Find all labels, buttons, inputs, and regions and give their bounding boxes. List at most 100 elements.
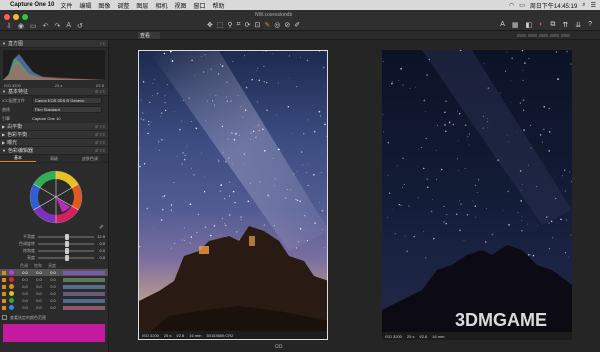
menu-camera[interactable]: 相机 [155, 1, 167, 10]
slider-track[interactable] [38, 254, 94, 261]
color-editor-header[interactable]: ▼ 色彩编辑器 ↺ ? ≡ [0, 147, 108, 155]
hue-rotation-slider[interactable]: 色调旋转 0.0 [0, 240, 108, 247]
histogram-header[interactable]: ▼ 直方图 ? ≡ [0, 40, 108, 48]
color-balance-header[interactable]: ▶ 色彩平衡 ↺ ? ≡ [0, 131, 108, 139]
text-icon[interactable]: A [500, 21, 505, 29]
folder-icon[interactable]: ▭ [30, 22, 37, 30]
wifi-icon[interactable]: ◠ [509, 2, 514, 9]
slider-knob[interactable] [64, 254, 69, 261]
checkbox[interactable] [2, 315, 7, 320]
slider-value[interactable]: 0.0 [94, 241, 108, 246]
slider-track[interactable] [38, 247, 94, 254]
view-mode-1[interactable] [517, 34, 526, 37]
view-selected-range-row[interactable]: 查看选定的颜色范围 [0, 313, 108, 322]
picker-tool-icon[interactable]: ⊘ [284, 21, 290, 29]
checkbox[interactable] [2, 305, 6, 310]
tab-basic[interactable]: 基本 [0, 155, 36, 162]
import-icon[interactable]: ⇩ [6, 22, 12, 30]
tab-viewer[interactable]: 查看 [138, 32, 160, 39]
app-menu[interactable]: Capture One 10 [10, 2, 54, 8]
menu-image[interactable]: 图像 [98, 1, 110, 10]
curve-select[interactable]: Film Standard [32, 106, 102, 113]
copy-icon[interactable]: ⇈ [562, 21, 568, 29]
proof-icon[interactable]: ◧ [525, 21, 532, 29]
section-controls-icon[interactable]: ↺ ? ≡ [95, 148, 105, 153]
crop-tool-icon[interactable]: ⌗ [237, 21, 241, 29]
undo-icon[interactable]: ↶ [43, 22, 49, 30]
color-range-row[interactable]: 0.0 0.0 0.0 [0, 283, 108, 290]
menu-help[interactable]: 帮助 [212, 1, 224, 10]
slider-knob[interactable] [64, 240, 69, 247]
lightness-slider[interactable]: 亮度 0.0 [0, 254, 108, 261]
checkbox[interactable] [2, 298, 6, 303]
basic-header[interactable]: ▼ 基本特征 ↺ ? ≡ [0, 88, 108, 96]
search-icon[interactable]: ⌕ [582, 2, 585, 9]
exposure-warning-icon[interactable]: ◐ [539, 21, 543, 29]
view-mode-3[interactable] [539, 34, 548, 37]
tab-skin-tone[interactable]: 皮肤色调 [72, 156, 108, 162]
color-range-row[interactable]: 0.0 0.0 0.0 [0, 304, 108, 311]
keystone-tool-icon[interactable]: ⊡ [254, 21, 260, 29]
brush-tool-icon[interactable]: ✎ [264, 21, 270, 29]
menu-window[interactable]: 窗口 [193, 1, 205, 10]
section-controls-icon[interactable]: ↺ ? ≡ [95, 124, 105, 129]
color-range-row[interactable]: 0.0 0.0 0.0 [0, 276, 108, 283]
camera-icon[interactable]: ◉ [18, 22, 24, 30]
compare-icon[interactable]: ⧉ [550, 21, 555, 29]
apply-icon[interactable]: ⇊ [575, 21, 581, 29]
smoothness-slider[interactable]: 平滑度 12.9 [0, 233, 108, 240]
slider-value[interactable]: 12.9 [94, 234, 108, 239]
annotation-tool-icon[interactable]: ✐ [294, 21, 300, 29]
menu-adjust[interactable]: 调整 [117, 1, 129, 10]
color-range-row[interactable]: 0.0 0.0 0.0 [0, 290, 108, 297]
slider-value[interactable]: 0.0 [94, 248, 108, 253]
color-wheel[interactable] [0, 163, 109, 233]
help-icon[interactable]: ? ≡ [99, 41, 105, 46]
pan-tool-icon[interactable]: ✥ [207, 21, 213, 29]
grid-icon[interactable]: ▦ [512, 21, 519, 29]
checkbox[interactable] [2, 291, 6, 296]
slider-track[interactable] [38, 240, 94, 247]
menu-file[interactable]: 文件 [60, 1, 72, 10]
clock-text[interactable]: 周日下午14:45:19 [530, 1, 577, 10]
section-controls-icon[interactable]: ↺ ? ≡ [95, 132, 105, 137]
view-mode-4[interactable] [550, 34, 559, 37]
view-mode-5[interactable] [561, 34, 570, 37]
rotate-tool-icon[interactable]: ⟳ [245, 21, 251, 29]
photo-primary[interactable]: ISO 3200 25 s f/2.8 16 mm 50153669.CR2 [138, 50, 328, 340]
section-controls-icon[interactable]: ↺ ? ≡ [95, 89, 105, 94]
slider-knob[interactable] [64, 247, 69, 254]
icc-profile-select[interactable]: Canon EOS 5DS R Generic [32, 97, 102, 104]
slider-knob[interactable] [64, 233, 69, 240]
saturation-slider[interactable]: 饱和度 0.0 [0, 247, 108, 254]
section-controls-icon[interactable]: ↺ ? ≡ [95, 140, 105, 145]
battery-icon[interactable]: ▭ [519, 2, 525, 9]
close-window-button[interactable] [4, 14, 10, 20]
menu-view[interactable]: 视图 [174, 1, 186, 10]
reset-icon[interactable]: ↺ [77, 22, 83, 30]
white-balance-header[interactable]: ▶ 白平衡 ↺ ? ≡ [0, 123, 108, 131]
view-mode-2[interactable] [528, 34, 537, 37]
tab-advanced[interactable]: 高级 [36, 156, 72, 162]
color-picker-icon[interactable]: ✐ [99, 224, 104, 231]
select-tool-icon[interactable]: ⬚ [217, 21, 224, 29]
redo-icon[interactable]: ↷ [54, 22, 60, 30]
auto-adjust-icon[interactable]: A [66, 22, 71, 30]
color-range-row[interactable]: 0.0 0.0 0.0 [0, 269, 108, 276]
photo-secondary[interactable]: ISO 3200 25 s f/2.8 16 mm [382, 50, 572, 340]
exposure-header[interactable]: ▶ 曝光 ↺ ? ≡ [0, 139, 108, 147]
checkbox[interactable] [2, 270, 6, 275]
slider-value[interactable]: 0.0 [94, 255, 108, 260]
minimize-window-button[interactable] [13, 14, 19, 20]
menu-edit[interactable]: 编辑 [79, 1, 91, 10]
slider-track[interactable] [38, 233, 94, 240]
list-icon[interactable]: ☰ [591, 2, 596, 9]
maximize-window-button[interactable] [22, 14, 28, 20]
zoom-tool-icon[interactable]: ⚲ [228, 21, 233, 29]
viewer-bottom-label[interactable]: ΩΩ [275, 344, 282, 350]
spot-tool-icon[interactable]: ◎ [274, 21, 280, 29]
color-range-row[interactable]: 0.0 0.0 0.0 [0, 297, 108, 304]
checkbox[interactable] [2, 277, 6, 282]
checkbox[interactable] [2, 284, 6, 289]
help-icon[interactable]: ? [588, 21, 592, 29]
